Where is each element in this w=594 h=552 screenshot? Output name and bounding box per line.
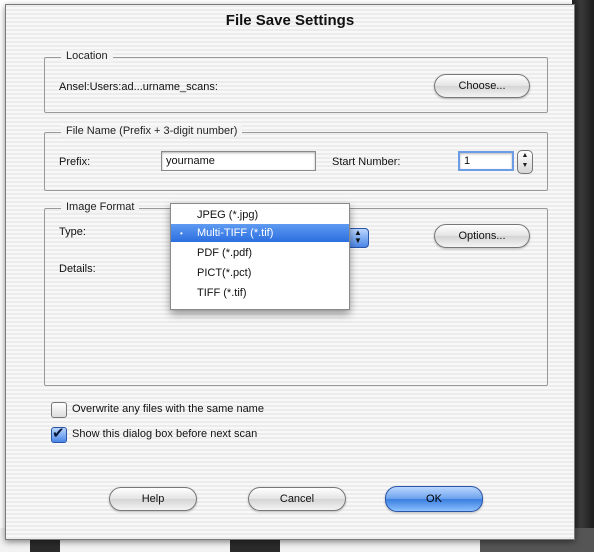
details-label: Details:	[59, 263, 96, 275]
image-format-legend: Image Format	[61, 201, 140, 213]
selected-dot-icon: •	[180, 228, 183, 238]
start-number-stepper[interactable]: ▲ ▼	[517, 150, 533, 174]
menu-item-label: JPEG (*.jpg)	[197, 209, 259, 221]
stepper-up-icon[interactable]: ▲	[518, 151, 532, 161]
prefix-label: Prefix:	[59, 156, 91, 168]
menu-item-jpeg[interactable]: JPEG (*.jpg)	[171, 206, 349, 224]
start-number-label: Start Number:	[332, 156, 401, 168]
menu-item-label: Multi-TIFF (*.tif)	[197, 227, 274, 239]
show-dialog-label[interactable]: Show this dialog box before next scan	[72, 428, 257, 440]
prefix-field[interactable]: yourname	[161, 151, 316, 171]
show-dialog-checkbox[interactable]	[51, 424, 67, 443]
type-dropdown-menu[interactable]: JPEG (*.jpg) • Multi-TIFF (*.tif) PDF (*…	[170, 203, 350, 310]
choose-button[interactable]: Choose...	[434, 74, 530, 98]
ok-button[interactable]: OK	[385, 486, 483, 512]
location-path: Ansel:Users:ad...urname_scans:	[59, 81, 218, 93]
start-number-field[interactable]: 1	[458, 151, 514, 171]
location-legend: Location	[61, 50, 113, 62]
overwrite-checkbox[interactable]	[51, 402, 67, 418]
file-name-legend: File Name (Prefix + 3-digit number)	[61, 125, 243, 137]
menu-item-pict[interactable]: PICT(*.pct)	[171, 264, 349, 282]
menu-item-label: PICT(*.pct)	[197, 267, 252, 279]
menu-item-pdf[interactable]: PDF (*.pdf)	[171, 244, 349, 262]
background-photo-edge	[572, 0, 594, 552]
type-label: Type:	[59, 226, 86, 238]
menu-item-tiff[interactable]: TIFF (*.tif)	[171, 284, 349, 302]
dialog-title: File Save Settings	[225, 11, 355, 29]
help-button[interactable]: Help	[109, 487, 197, 511]
menu-item-label: TIFF (*.tif)	[197, 287, 247, 299]
file-save-settings-dialog: File Save Settings Location Ansel:Users:…	[5, 4, 575, 540]
cancel-button[interactable]: Cancel	[248, 487, 346, 511]
overwrite-label[interactable]: Overwrite any files with the same name	[72, 403, 264, 415]
type-popup-arrow-icon[interactable]: ▲ ▼	[347, 228, 369, 248]
menu-item-multi-tiff[interactable]: • Multi-TIFF (*.tif)	[171, 224, 349, 242]
stepper-down-icon[interactable]: ▼	[518, 161, 532, 171]
options-button[interactable]: Options...	[434, 224, 530, 248]
menu-item-label: PDF (*.pdf)	[197, 247, 253, 259]
